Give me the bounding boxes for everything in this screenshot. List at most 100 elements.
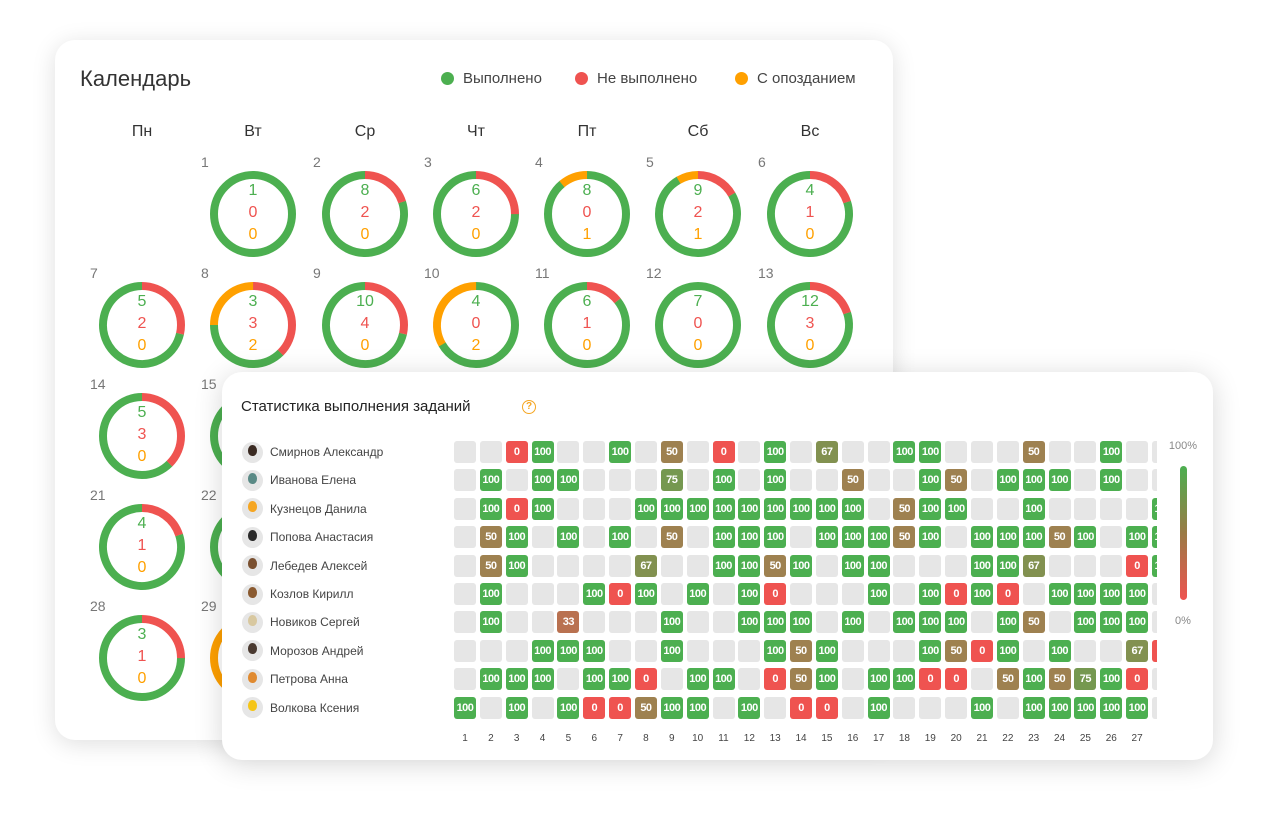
heatmap-cell[interactable]: 100 (1074, 696, 1097, 719)
heatmap-cell[interactable]: 100 (1048, 469, 1071, 492)
heatmap-cell[interactable] (1048, 441, 1071, 463)
heatmap-cell[interactable]: 100 (815, 497, 838, 520)
heatmap-cell[interactable]: 100 (867, 668, 890, 691)
day-ring[interactable]: 3 3 2 (205, 277, 301, 373)
heatmap-cell[interactable]: 100 (815, 668, 838, 691)
heatmap-cell[interactable]: 100 (1022, 526, 1045, 549)
heatmap-cell[interactable] (634, 526, 657, 549)
heatmap-cell[interactable]: 0 (712, 441, 735, 463)
heatmap-cell[interactable]: 100 (1126, 583, 1149, 605)
heatmap-cell[interactable]: 0 (1126, 554, 1149, 577)
heatmap-cell[interactable] (893, 583, 916, 605)
heatmap-cell[interactable] (609, 469, 632, 492)
heatmap-cell[interactable] (609, 611, 632, 634)
heatmap-cell[interactable] (1074, 554, 1097, 577)
heatmap-cell[interactable] (738, 441, 761, 463)
heatmap-cell[interactable] (660, 583, 683, 605)
question-circle-icon[interactable]: ? (522, 400, 536, 414)
heatmap-cell[interactable]: 50 (996, 668, 1019, 691)
person-row[interactable]: Лебедев Алексей (242, 555, 367, 577)
heatmap-cell[interactable] (1074, 441, 1097, 463)
heatmap-cell[interactable] (919, 696, 942, 719)
heatmap-cell[interactable]: 100 (790, 497, 813, 520)
heatmap-cell[interactable]: 100 (815, 526, 838, 549)
heatmap-cell[interactable] (893, 639, 916, 662)
heatmap-cell[interactable] (893, 696, 916, 719)
heatmap-cell[interactable]: 100 (660, 497, 683, 520)
heatmap-cell[interactable] (557, 441, 580, 463)
heatmap-cell[interactable]: 100 (764, 639, 787, 662)
heatmap-cell[interactable]: 50 (893, 497, 916, 520)
heatmap-cell[interactable]: 100 (919, 583, 942, 605)
heatmap-cell[interactable] (893, 469, 916, 492)
heatmap-cell[interactable]: 100 (945, 611, 968, 634)
heatmap-cell[interactable]: 100 (712, 497, 735, 520)
heatmap-cell[interactable]: 100 (1126, 696, 1149, 719)
day-ring[interactable]: 8 0 1 (539, 166, 635, 262)
heatmap-cell[interactable] (1074, 639, 1097, 662)
heatmap-cell[interactable] (971, 611, 993, 634)
heatmap-cell[interactable]: 50 (790, 668, 813, 691)
heatmap-cell[interactable]: 100 (712, 469, 735, 492)
heatmap-cell[interactable] (660, 668, 683, 691)
heatmap-cell[interactable] (505, 469, 528, 492)
heatmap-cell[interactable]: 75 (1074, 668, 1097, 691)
heatmap-cell[interactable]: 100 (634, 583, 657, 605)
person-row[interactable]: Волкова Ксения (242, 697, 359, 719)
heatmap-cell[interactable]: 100 (919, 469, 942, 492)
heatmap-cell[interactable] (634, 611, 657, 634)
heatmap-cell[interactable]: 100 (764, 441, 787, 463)
heatmap-cell[interactable]: 50 (1048, 668, 1071, 691)
heatmap-cell[interactable]: 100 (1022, 469, 1045, 492)
heatmap-cell[interactable]: 100 (712, 668, 735, 691)
heatmap-cell[interactable]: 100 (686, 583, 709, 605)
heatmap-cell[interactable] (505, 639, 528, 662)
heatmap-cell[interactable] (1100, 497, 1123, 520)
heatmap-cell[interactable]: 100 (1151, 497, 1157, 520)
heatmap-cell[interactable] (454, 526, 476, 549)
day-ring[interactable]: 4 1 0 (94, 499, 190, 595)
heatmap-cell[interactable]: 100 (686, 668, 709, 691)
heatmap-cell[interactable] (945, 526, 968, 549)
heatmap-cell[interactable] (686, 441, 709, 463)
heatmap-cell[interactable]: 100 (479, 668, 502, 691)
heatmap-cell[interactable]: 100 (1048, 639, 1071, 662)
heatmap-cell[interactable] (1126, 469, 1149, 492)
heatmap-cell[interactable] (557, 497, 580, 520)
day-ring[interactable]: 5 2 0 (94, 277, 190, 373)
heatmap-cell[interactable] (841, 668, 864, 691)
heatmap-cell[interactable]: 100 (1048, 696, 1071, 719)
heatmap-cell[interactable]: 100 (919, 611, 942, 634)
heatmap-cell[interactable]: 100 (996, 526, 1019, 549)
heatmap-cell[interactable]: 50 (945, 469, 968, 492)
heatmap-cell[interactable]: 100 (738, 554, 761, 577)
heatmap-cell[interactable]: 0 (919, 668, 942, 691)
heatmap-cell[interactable]: 100 (1048, 583, 1071, 605)
heatmap-cell[interactable] (919, 554, 942, 577)
heatmap-cell[interactable]: 100 (919, 497, 942, 520)
heatmap-cell[interactable]: 100 (919, 441, 942, 463)
heatmap-cell[interactable] (945, 441, 968, 463)
heatmap-cell[interactable] (1151, 611, 1157, 634)
heatmap-cell[interactable]: 100 (1126, 526, 1149, 549)
heatmap-cell[interactable] (634, 469, 657, 492)
heatmap-cell[interactable] (867, 611, 890, 634)
heatmap-cell[interactable] (790, 526, 813, 549)
heatmap-cell[interactable] (1074, 497, 1097, 520)
heatmap-cell[interactable] (867, 441, 890, 463)
heatmap-cell[interactable]: 100 (634, 497, 657, 520)
day-ring[interactable]: 8 2 0 (317, 166, 413, 262)
heatmap-cell[interactable] (660, 554, 683, 577)
heatmap-cell[interactable] (531, 696, 554, 719)
heatmap-cell[interactable] (971, 497, 993, 520)
heatmap-cell[interactable]: 50 (660, 526, 683, 549)
heatmap-cell[interactable]: 0 (815, 696, 838, 719)
heatmap-cell[interactable]: 100 (505, 668, 528, 691)
heatmap-cell[interactable] (815, 611, 838, 634)
heatmap-cell[interactable] (1048, 554, 1071, 577)
day-ring[interactable]: 6 2 0 (428, 166, 524, 262)
heatmap-cell[interactable] (557, 583, 580, 605)
heatmap-cell[interactable]: 0 (764, 668, 787, 691)
heatmap-cell[interactable]: 67 (634, 554, 657, 577)
heatmap-cell[interactable] (841, 639, 864, 662)
